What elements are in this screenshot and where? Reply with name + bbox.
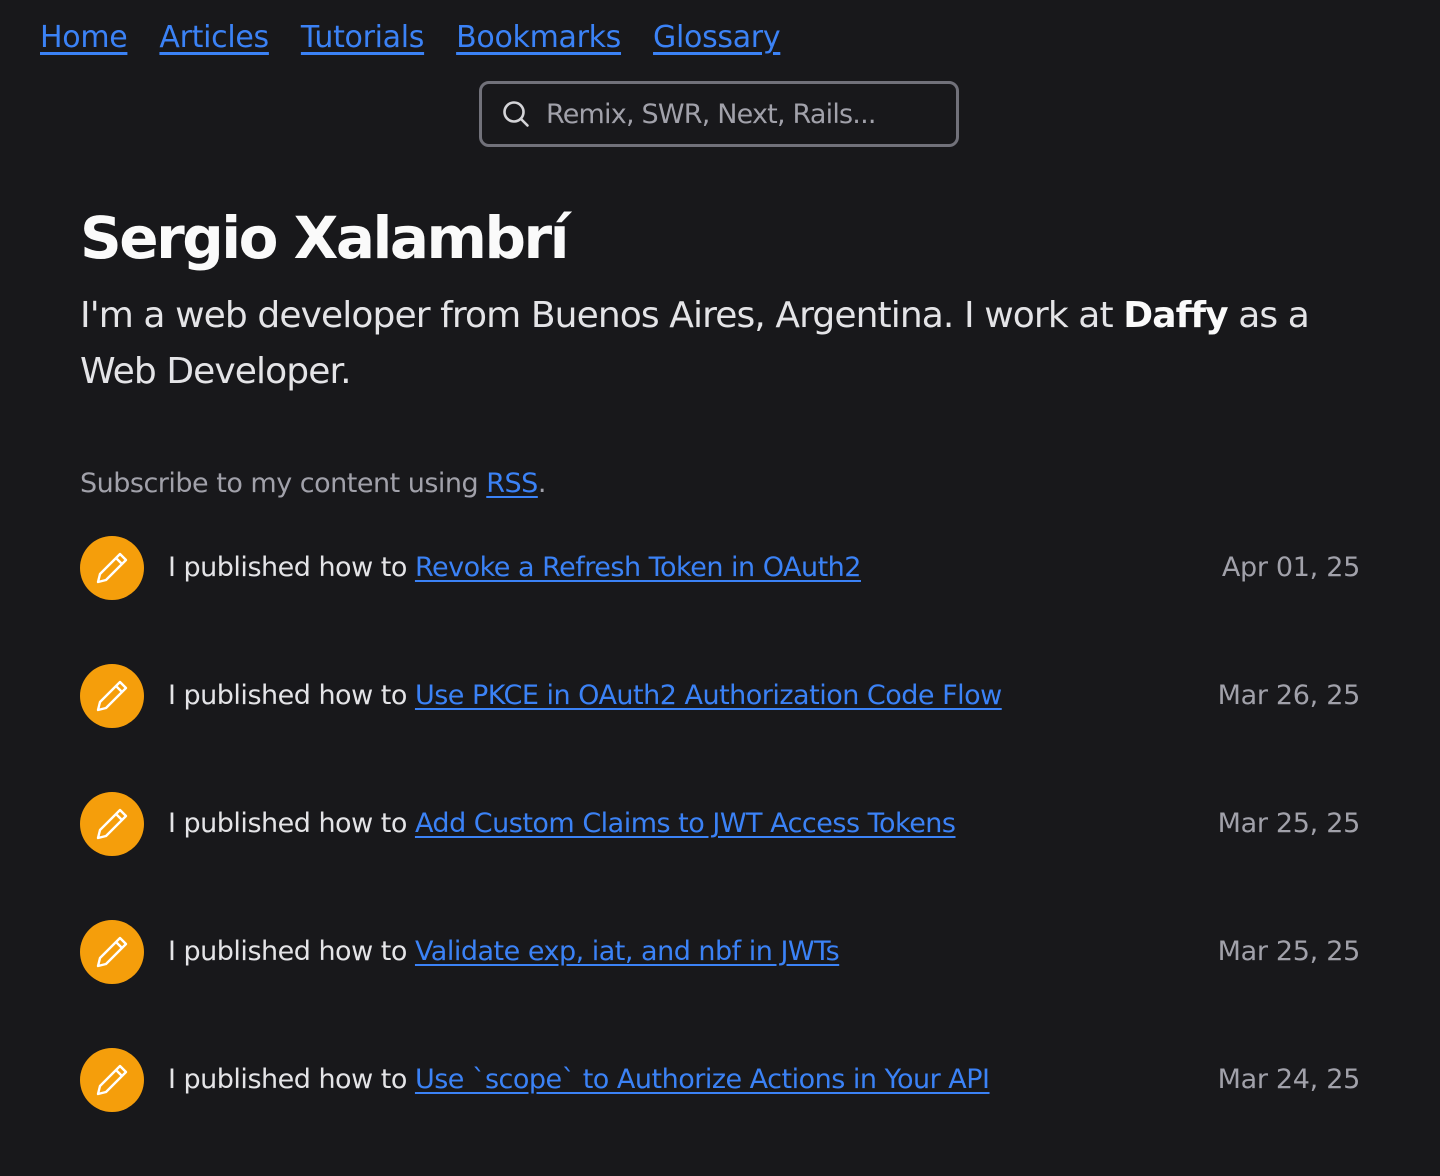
pencil-icon (96, 1064, 128, 1096)
feed-item-badge (80, 1048, 144, 1112)
feed-item-date: Mar 25, 25 (1217, 808, 1361, 839)
pencil-icon (96, 936, 128, 968)
feed-item-prefix: I published how to (168, 680, 415, 711)
main-nav: Home Articles Tutorials Bookmarks Glossa… (40, 18, 781, 58)
subscribe-prefix: Subscribe to my content using (80, 468, 487, 499)
feed-item-badge (80, 536, 144, 600)
pencil-icon (96, 552, 128, 584)
feed-item-link[interactable]: Revoke a Refresh Token in OAuth2 (415, 552, 862, 583)
nav-link-bookmarks[interactable]: Bookmarks (456, 18, 621, 58)
feed-item-date: Mar 24, 25 (1217, 1064, 1361, 1095)
feed-item-badge (80, 792, 144, 856)
search-input[interactable] (544, 97, 928, 131)
subscribe-text: Subscribe to my content using RSS. (80, 466, 546, 502)
subscribe-suffix: . (537, 468, 547, 499)
nav-link-home[interactable]: Home (40, 18, 128, 58)
feed-item: I published how to Use PKCE in OAuth2 Au… (80, 664, 1360, 792)
feed-item-text: I published how to Add Custom Claims to … (168, 792, 956, 856)
search-box[interactable] (479, 81, 959, 147)
bio-intro: I'm a web developer from Buenos Aires, A… (80, 295, 1124, 336)
feed-item-link[interactable]: Add Custom Claims to JWT Access Tokens (415, 808, 956, 839)
feed-item-date: Mar 25, 25 (1217, 936, 1361, 967)
feed-item-text: I published how to Revoke a Refresh Toke… (168, 536, 861, 600)
feed-item-badge (80, 664, 144, 728)
feed-item-prefix: I published how to (168, 552, 415, 583)
feed-item-link[interactable]: Validate exp, iat, and nbf in JWTs (415, 936, 840, 967)
feed-item-link[interactable]: Use PKCE in OAuth2 Authorization Code Fl… (415, 680, 1002, 711)
feed-item: I published how to Add Custom Claims to … (80, 792, 1360, 920)
feed-item-prefix: I published how to (168, 936, 415, 967)
feed-item: I published how to Use `scope` to Author… (80, 1048, 1360, 1176)
company-name: Daffy (1123, 295, 1228, 336)
nav-link-articles[interactable]: Articles (159, 18, 269, 58)
feed-item-text: I published how to Use PKCE in OAuth2 Au… (168, 664, 1002, 728)
feed-item-text: I published how to Validate exp, iat, an… (168, 920, 840, 984)
feed-item-badge (80, 920, 144, 984)
feed-item-text: I published how to Use `scope` to Author… (168, 1048, 990, 1112)
rss-link[interactable]: RSS (486, 468, 538, 499)
bio-text: I'm a web developer from Buenos Aires, A… (80, 288, 1360, 400)
search-icon (503, 101, 529, 127)
page-title: Sergio Xalambrí (80, 204, 569, 272)
feed-item: I published how to Validate exp, iat, an… (80, 920, 1360, 1048)
feed-item-date: Mar 26, 25 (1217, 680, 1361, 711)
nav-link-glossary[interactable]: Glossary (653, 18, 781, 58)
pencil-icon (96, 680, 128, 712)
feed-item-prefix: I published how to (168, 808, 415, 839)
pencil-icon (96, 808, 128, 840)
feed-item: I published how to Revoke a Refresh Toke… (80, 536, 1360, 664)
feed-item-date: Apr 01, 25 (1221, 552, 1360, 583)
nav-link-tutorials[interactable]: Tutorials (301, 18, 425, 58)
activity-feed: I published how to Revoke a Refresh Toke… (80, 536, 1360, 1176)
